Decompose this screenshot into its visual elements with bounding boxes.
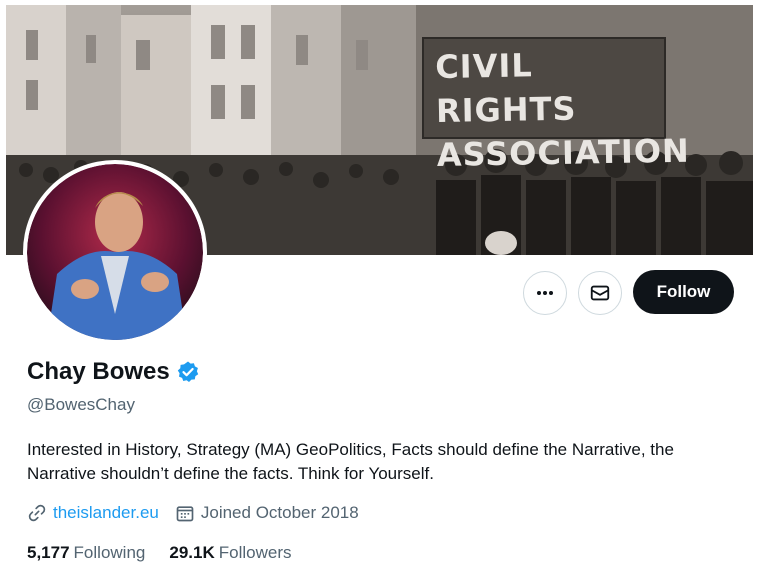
joined-item: Joined October 2018 xyxy=(175,503,359,523)
profile-name-row: Chay Bowes xyxy=(27,358,200,386)
display-name: Chay Bowes xyxy=(27,358,170,385)
website-item: theislander.eu xyxy=(27,503,159,523)
profile-meta: theislander.eu Joined October 2018 xyxy=(27,503,375,523)
mail-icon xyxy=(590,285,610,301)
following-count: 5,177 xyxy=(27,543,70,562)
verified-badge-icon[interactable] xyxy=(176,360,200,384)
more-button[interactable] xyxy=(523,271,567,315)
following-stat[interactable]: 5,177 Following xyxy=(27,543,145,563)
message-button[interactable] xyxy=(578,271,622,315)
profile-bio: Interested in History, Strategy (MA) Geo… xyxy=(27,440,674,483)
more-horizontal-icon xyxy=(537,291,553,295)
banner-sign-line-1: CIVIL RIGHTS xyxy=(434,46,577,131)
following-label: Following xyxy=(73,543,146,562)
joined-date: Joined October 2018 xyxy=(200,503,359,522)
followers-label: Followers xyxy=(218,543,292,562)
banner-sign-line-2: ASSOCIATION xyxy=(436,131,691,174)
profile-avatar[interactable] xyxy=(27,164,203,340)
followers-count: 29.1K xyxy=(169,543,215,562)
banner-sign-text: CIVIL RIGHTS ASSOCIATION xyxy=(434,41,691,177)
followers-stat[interactable]: 29.1K Followers xyxy=(169,543,291,563)
user-handle: @BowesChay xyxy=(27,395,135,414)
website-link[interactable]: theislander.eu xyxy=(53,503,159,523)
avatar-photo xyxy=(27,164,203,340)
link-icon xyxy=(28,504,46,522)
follow-stats: 5,177 Following 29.1K Followers xyxy=(27,543,315,563)
follow-button[interactable]: Follow xyxy=(633,270,734,314)
calendar-icon xyxy=(176,506,194,522)
